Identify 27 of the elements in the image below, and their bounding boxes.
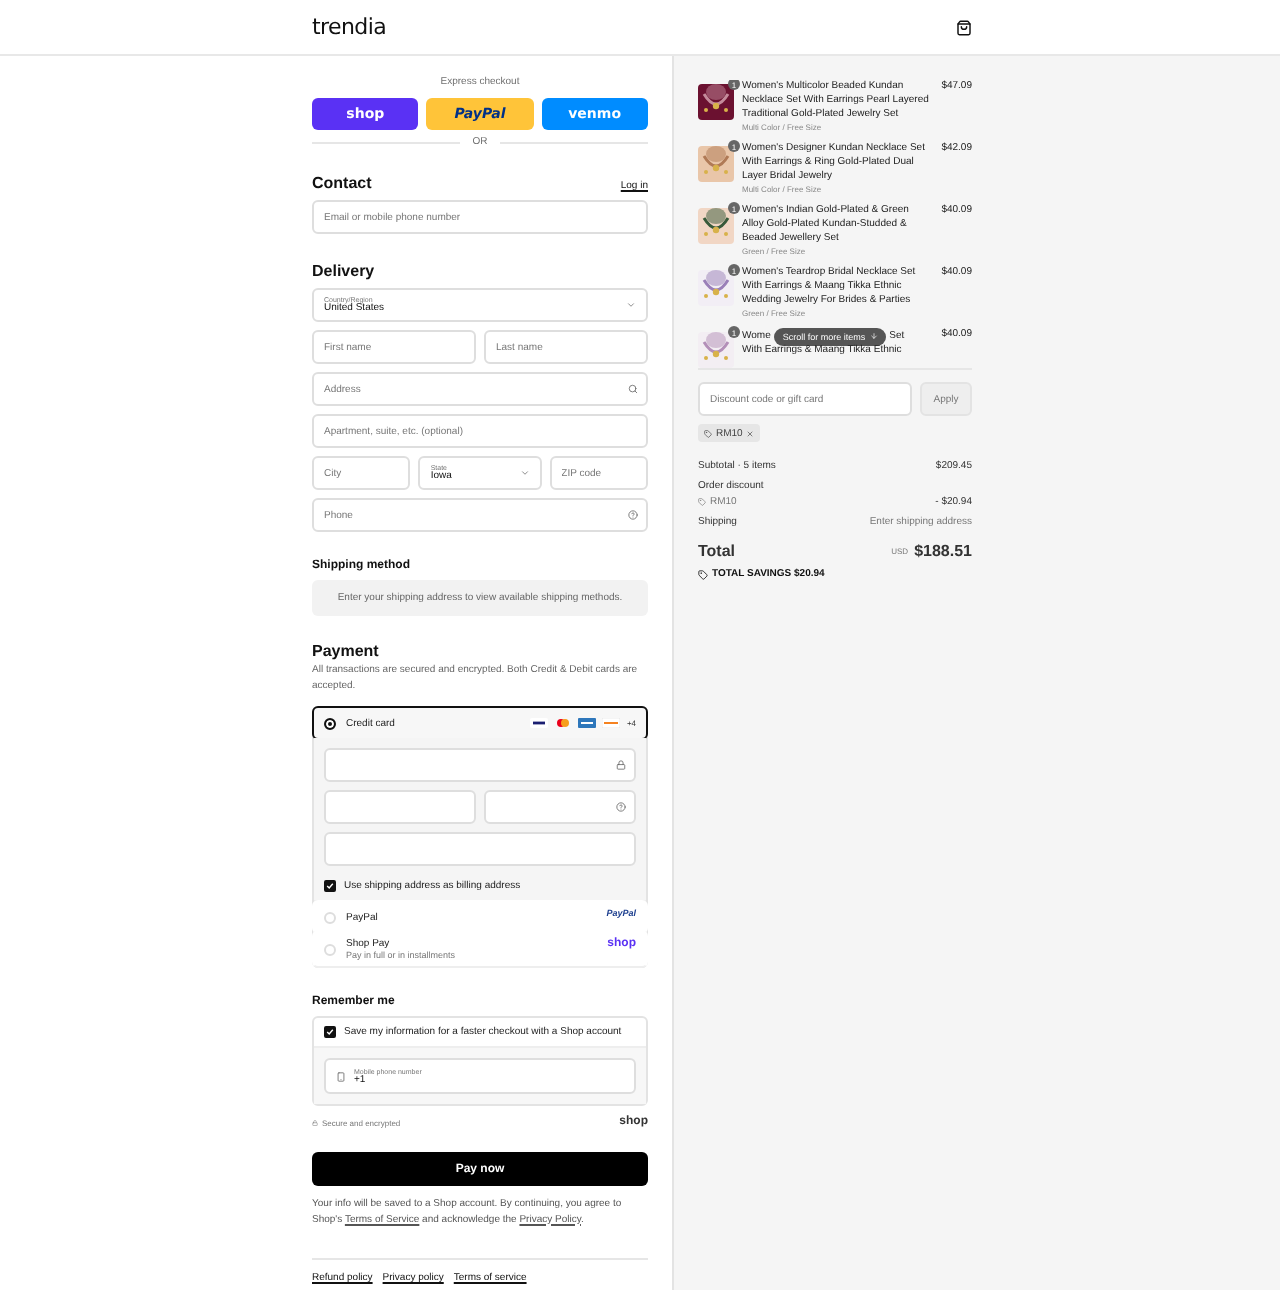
total-value: $188.51 (914, 542, 972, 560)
input-field[interactable] (324, 748, 636, 782)
checkbox[interactable] (324, 1026, 336, 1038)
section-title: Payment (312, 642, 379, 660)
phone-icon (336, 1071, 346, 1081)
chevron-icon (626, 300, 636, 310)
input-field[interactable] (324, 790, 476, 824)
card-brand-icon (602, 718, 621, 728)
lock-icon (312, 1119, 318, 1125)
input-field[interactable] (484, 790, 636, 824)
card-brand-icon (578, 718, 597, 728)
lock-icon (616, 760, 626, 770)
help-icon (616, 802, 626, 812)
shopping-bag-icon[interactable] (956, 19, 972, 35)
search-icon (628, 384, 638, 394)
brand-logo[interactable]: trendia (312, 14, 387, 40)
total-label: Total (698, 542, 736, 560)
input-field[interactable] (324, 832, 636, 866)
checkbox[interactable] (324, 880, 336, 892)
tag-icon (704, 429, 712, 437)
help-icon (628, 510, 638, 520)
section-title: Delivery (312, 262, 375, 280)
arrow-down-icon (869, 332, 878, 340)
tag-icon (698, 569, 708, 579)
chevron-icon (519, 468, 530, 478)
tag-icon (698, 498, 706, 506)
section-title: Contact (312, 174, 372, 192)
